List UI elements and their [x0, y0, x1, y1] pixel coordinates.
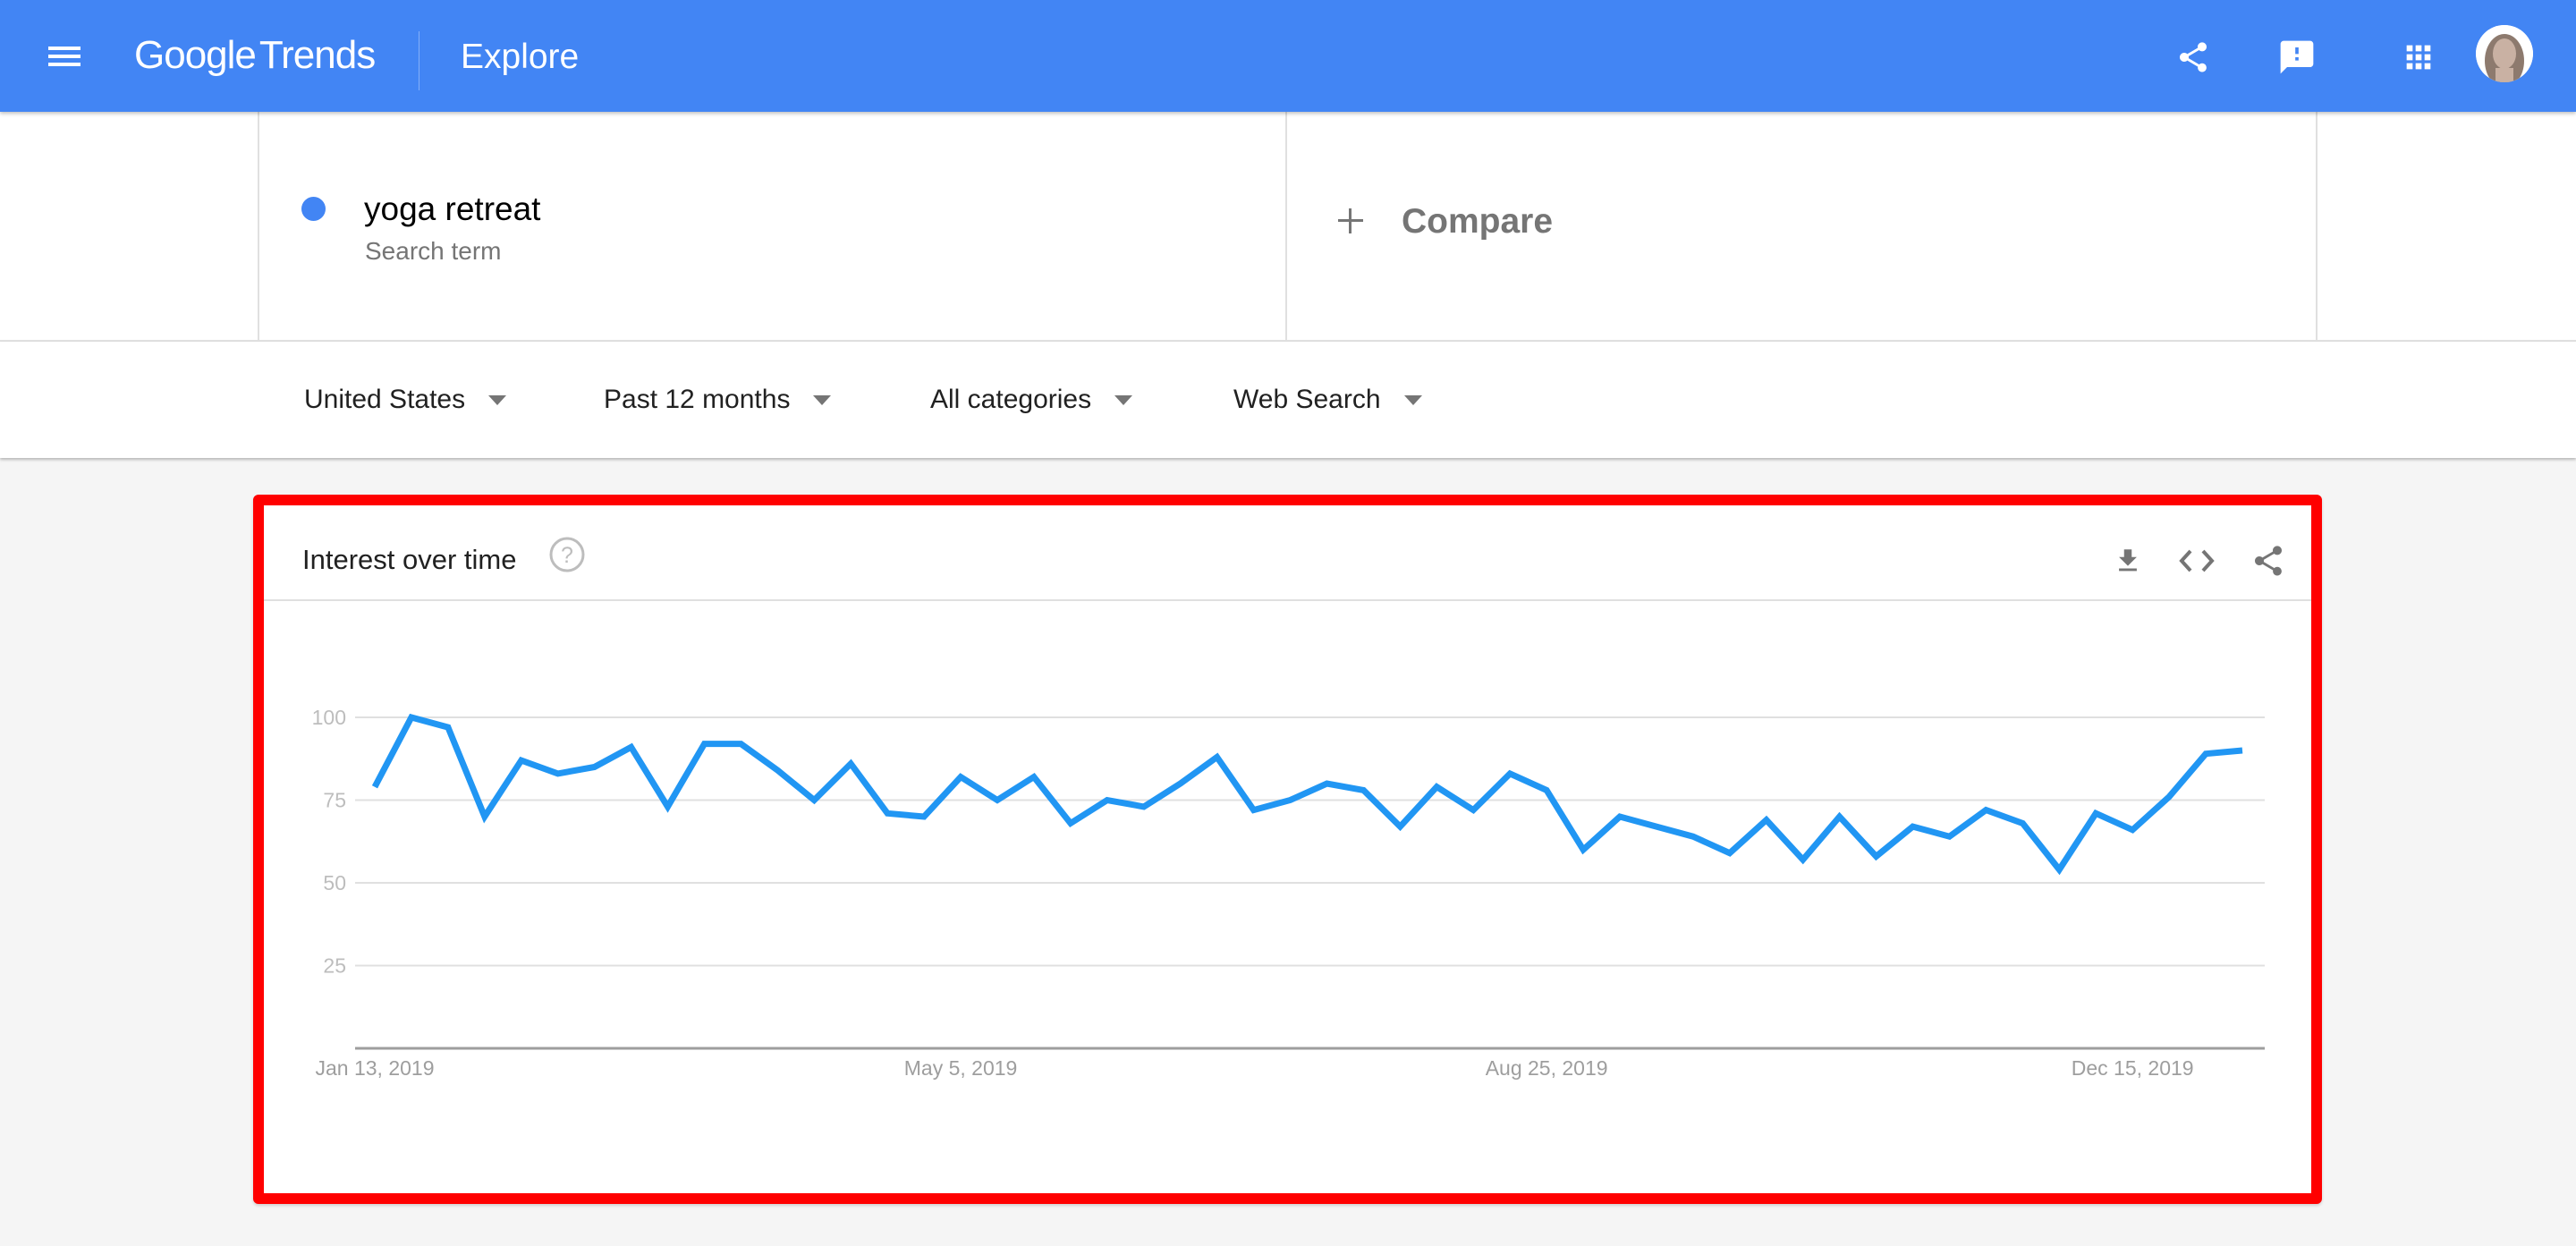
apps-icon[interactable] — [2397, 36, 2440, 79]
compare-label: Compare — [1402, 202, 1554, 241]
page-title: Explore — [461, 38, 580, 76]
y-tick-label: 100 — [312, 706, 346, 729]
share-icon[interactable] — [2172, 36, 2215, 79]
filter-search-type-label: Web Search — [1233, 385, 1381, 414]
interest-chart[interactable]: 25 50 75 100 Jan 13, 2019 May 5, 2019 Aug 25, … — [264, 505, 2311, 1193]
interest-over-time-card: Interest over time ? 25 50 75 100 Jan 13, 20… — [253, 495, 2322, 1204]
logo-trends-text: Trends — [258, 33, 376, 77]
filter-region-dropdown[interactable]: United States — [304, 377, 507, 422]
filter-region-label: United States — [304, 385, 466, 414]
account-avatar[interactable] — [2476, 25, 2533, 82]
logo-google-text: Google — [134, 33, 257, 77]
search-terms-panel: yoga retreat Search term Compare — [0, 112, 2576, 342]
compare-button[interactable]: Compare — [1287, 112, 2318, 340]
series-line-yoga-retreat[interactable] — [371, 713, 2243, 876]
google-trends-logo[interactable]: GoogleTrends — [134, 29, 376, 82]
x-tick-label: Dec 15, 2019 — [2072, 1056, 2194, 1080]
filter-bar: United States Past 12 months All categor… — [0, 342, 2576, 458]
dropdown-arrow-icon — [488, 394, 507, 405]
x-tick-label: Aug 25, 2019 — [1486, 1056, 1608, 1080]
search-term-name[interactable]: yoga retreat — [364, 189, 540, 230]
filter-time-range-label: Past 12 months — [604, 385, 791, 414]
dropdown-arrow-icon — [1403, 394, 1422, 405]
y-tick-label: 50 — [323, 871, 346, 894]
dropdown-arrow-icon — [813, 394, 832, 405]
feedback-icon[interactable] — [2275, 36, 2318, 79]
x-tick-label: May 5, 2019 — [904, 1056, 1018, 1080]
app-bar: GoogleTrends Explore — [0, 0, 2576, 112]
x-tick-label: Jan 13, 2019 — [315, 1056, 434, 1080]
plus-icon — [1336, 207, 1365, 235]
menu-icon[interactable] — [45, 39, 84, 73]
y-tick-label: 25 — [323, 954, 346, 978]
search-term-card[interactable]: yoga retreat Search term — [258, 112, 1287, 340]
filter-search-type-dropdown[interactable]: Web Search — [1233, 377, 1422, 422]
term-color-dot — [301, 197, 326, 221]
filter-time-range-dropdown[interactable]: Past 12 months — [604, 377, 832, 422]
search-term-type: Search term — [365, 237, 502, 265]
y-tick-label: 75 — [323, 789, 346, 812]
filter-category-label: All categories — [930, 385, 1092, 414]
dropdown-arrow-icon — [1114, 394, 1133, 405]
filter-category-dropdown[interactable]: All categories — [930, 377, 1133, 422]
